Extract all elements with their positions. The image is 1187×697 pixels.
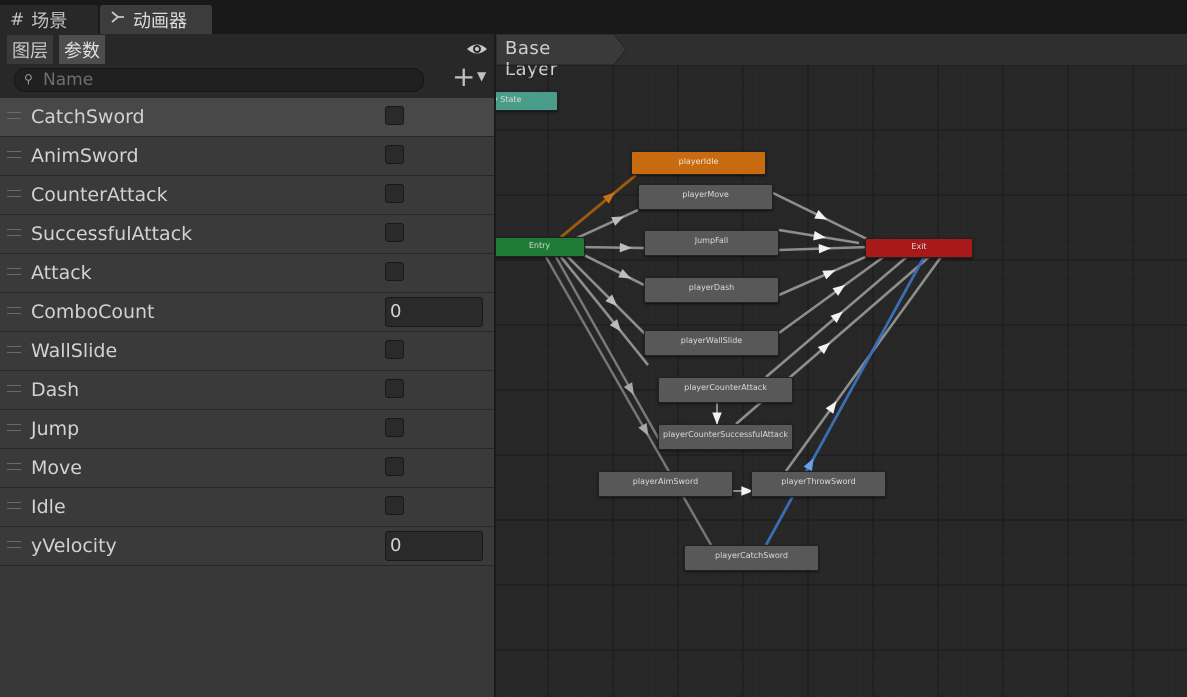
search-icon: ⚲ <box>24 72 33 86</box>
state-any-state[interactable]: y State <box>496 91 558 111</box>
drag-handle-icon[interactable] <box>7 463 21 470</box>
parameter-name: ComboCount <box>31 301 155 323</box>
state-label: playerAimSword <box>632 477 699 486</box>
state-label: playerCounterSuccessfulAttack <box>663 430 788 439</box>
parameter-checkbox[interactable] <box>385 418 404 437</box>
drag-handle-icon[interactable] <box>7 385 21 392</box>
drag-handle-icon[interactable] <box>7 307 21 314</box>
drag-handle-icon[interactable] <box>7 151 21 158</box>
state-label: playerDash <box>688 283 735 292</box>
parameter-row[interactable]: yVelocity 0 <box>0 527 494 566</box>
parameter-row[interactable]: WallSlide <box>0 332 494 371</box>
tab-layers[interactable]: 图层 <box>7 35 53 64</box>
animator-graph[interactable]: Base Layer y State playerIdle playerMove… <box>496 34 1187 697</box>
parameter-name: Jump <box>31 418 80 440</box>
plus-icon: + <box>452 60 476 93</box>
parameter-checkbox[interactable] <box>385 145 404 164</box>
search-box[interactable]: ⚲ <box>14 68 424 92</box>
state-label: playerMove <box>682 190 729 199</box>
parameter-row[interactable]: Jump <box>0 410 494 449</box>
parameter-checkbox[interactable] <box>385 340 404 359</box>
search-row: ⚲ + ▼ <box>0 60 494 98</box>
state-exit[interactable]: Exit <box>865 238 973 258</box>
parameter-name: AnimSword <box>31 145 139 167</box>
drag-handle-icon[interactable] <box>7 424 21 431</box>
parameter-row[interactable]: ComboCount 0 <box>0 293 494 332</box>
drag-handle-icon[interactable] <box>7 268 21 275</box>
parameter-row[interactable]: Idle <box>0 488 494 527</box>
parameter-checkbox[interactable] <box>385 262 404 281</box>
parameter-row[interactable]: SuccessfulAttack <box>0 215 494 254</box>
state-player-counter-attack[interactable]: playerCounterAttack <box>658 377 793 403</box>
drag-handle-icon[interactable] <box>7 346 21 353</box>
state-player-aim-sword[interactable]: playerAimSword <box>598 471 733 497</box>
parameter-row[interactable]: Move <box>0 449 494 488</box>
state-entry[interactable]: Entry <box>496 237 585 257</box>
state-player-move[interactable]: playerMove <box>638 184 773 210</box>
parameter-name: Dash <box>31 379 80 401</box>
state-label: playerWallSlide <box>680 336 743 345</box>
parameter-name: yVelocity <box>31 535 117 557</box>
parameter-row[interactable]: Attack <box>0 254 494 293</box>
animator-icon <box>110 9 126 30</box>
chevron-down-icon: ▼ <box>477 69 487 83</box>
parameter-name: CatchSword <box>31 106 145 128</box>
transition-layer <box>544 173 943 546</box>
state-jump-fall[interactable]: JumpFall <box>644 230 779 256</box>
parameter-name: WallSlide <box>31 340 118 362</box>
parameter-row[interactable]: Dash <box>0 371 494 410</box>
parameter-checkbox[interactable] <box>385 379 404 398</box>
add-parameter-button[interactable]: + ▼ <box>452 60 490 93</box>
graph-canvas[interactable]: y State playerIdle playerMove Entry Jump… <box>496 65 1187 697</box>
state-label: Entry <box>528 241 551 250</box>
parameter-checkbox[interactable] <box>385 184 404 203</box>
tab-scene[interactable]: # 场景 <box>0 5 98 34</box>
tab-animator[interactable]: 动画器 <box>100 5 212 34</box>
parameter-list: CatchSword AnimSword CounterAttack Successf… <box>0 98 494 566</box>
state-label: playerCounterAttack <box>684 383 767 392</box>
parameter-name: Idle <box>31 496 66 518</box>
state-label: playerIdle <box>678 157 719 166</box>
drag-handle-icon[interactable] <box>7 502 21 509</box>
parameter-name: SuccessfulAttack <box>31 223 193 245</box>
search-input[interactable] <box>43 69 413 91</box>
parameter-checkbox[interactable] <box>385 496 404 515</box>
state-player-dash[interactable]: playerDash <box>644 277 779 303</box>
state-label: Exit <box>911 242 927 251</box>
eye-icon[interactable] <box>466 40 488 58</box>
state-player-catch-sword[interactable]: playerCatchSword <box>684 545 819 571</box>
parameter-value-field[interactable]: 0 <box>385 531 483 561</box>
parameters-panel: 图层 参数 ⚲ + ▼ CatchSword AnimSword CounterAt… <box>0 34 494 697</box>
state-label: JumpFall <box>694 236 729 245</box>
drag-handle-icon[interactable] <box>7 112 21 119</box>
parameter-checkbox[interactable] <box>385 223 404 242</box>
panel-subtabs: 图层 参数 <box>0 34 494 65</box>
breadcrumb: Base Layer <box>496 34 1187 80</box>
parameter-row[interactable]: CatchSword <box>0 98 494 137</box>
parameter-value-field[interactable]: 0 <box>385 297 483 327</box>
state-player-wall-slide[interactable]: playerWallSlide <box>644 330 779 356</box>
parameter-checkbox[interactable] <box>385 457 404 476</box>
state-player-counter-successful-attack[interactable]: playerCounterSuccessfulAttack <box>658 424 793 450</box>
drag-handle-icon[interactable] <box>7 190 21 197</box>
parameter-checkbox[interactable] <box>385 106 404 125</box>
parameter-name: CounterAttack <box>31 184 168 206</box>
tab-animator-label: 动画器 <box>133 10 187 32</box>
tab-parameters[interactable]: 参数 <box>59 35 105 64</box>
tab-scene-label: 场景 <box>31 10 68 32</box>
state-player-idle[interactable]: playerIdle <box>631 151 766 175</box>
editor-tab-strip: # 场景 动画器 <box>0 0 1187 34</box>
grid-icon: # <box>10 9 25 30</box>
parameter-name: Move <box>31 457 82 479</box>
state-label: playerThrowSword <box>781 477 856 486</box>
state-player-throw-sword[interactable]: playerThrowSword <box>751 471 886 497</box>
state-label: y State <box>496 95 522 104</box>
drag-handle-icon[interactable] <box>7 229 21 236</box>
parameter-row[interactable]: AnimSword <box>0 137 494 176</box>
drag-handle-icon[interactable] <box>7 541 21 548</box>
state-label: playerCatchSword <box>715 551 788 560</box>
parameter-row[interactable]: CounterAttack <box>0 176 494 215</box>
parameter-name: Attack <box>31 262 92 284</box>
